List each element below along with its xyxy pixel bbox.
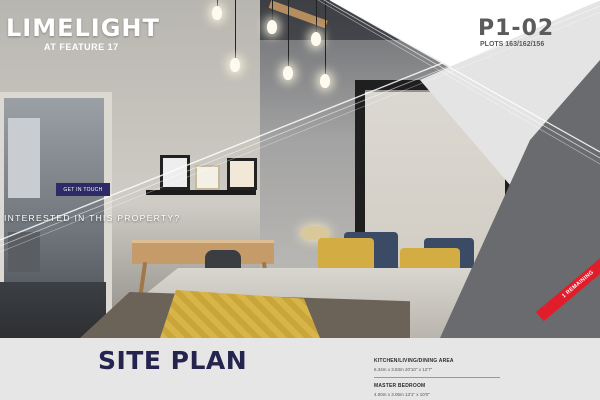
pendant-rod bbox=[268, 0, 328, 29]
plot-numbers: PLOTS 163/162/156 bbox=[480, 41, 545, 48]
room-name: KITCHEN/LIVING/DINING AREA bbox=[374, 358, 454, 364]
interest-heading: INTERESTED IN THIS PROPERTY? bbox=[4, 213, 181, 223]
room-dimensions: 4.00m x 3.05m 13'1" x 10'0" bbox=[374, 392, 430, 397]
brand-logo[interactable]: LIMELIGHT bbox=[6, 14, 160, 42]
pendant-cord bbox=[288, 0, 289, 66]
pendant-bulb bbox=[230, 58, 240, 72]
get-in-touch-button[interactable]: GET IN TOUCH bbox=[56, 183, 110, 196]
room-name: MASTER BEDROOM bbox=[374, 383, 426, 389]
bathroom-tiles bbox=[8, 118, 40, 198]
pendant-bulb bbox=[212, 6, 222, 20]
site-plan-section: SITE PLAN KITCHEN/LIVING/DINING AREA 6.3… bbox=[0, 338, 600, 400]
pendant-bulb bbox=[283, 66, 293, 80]
desk bbox=[132, 240, 274, 264]
brand-subtitle: AT FEATURE 17 bbox=[44, 42, 119, 52]
wall-shelf bbox=[146, 190, 256, 195]
room-dimensions: 6.34m x 3.83m 20'10" x 12'7" bbox=[374, 367, 433, 372]
picture-frame bbox=[160, 155, 190, 190]
pendant-bulb bbox=[320, 74, 330, 88]
pendant-cord bbox=[235, 0, 236, 58]
room-spec: KITCHEN/LIVING/DINING AREA 6.34m x 3.83m… bbox=[374, 358, 500, 378]
room-spec: MASTER BEDROOM 4.00m x 3.05m 13'1" x 10'… bbox=[374, 383, 500, 397]
bathroom-basin bbox=[8, 232, 40, 272]
pendant-cord bbox=[272, 0, 273, 20]
picture-frame bbox=[195, 165, 220, 190]
hero-image: LIMELIGHT AT FEATURE 17 P1-02 PLOTS 163/… bbox=[0, 0, 600, 338]
picture-frame bbox=[227, 158, 257, 190]
pendant-bulb bbox=[267, 20, 277, 34]
pendant-cord bbox=[325, 0, 326, 74]
divider bbox=[374, 377, 500, 378]
pendant-cord bbox=[316, 0, 317, 32]
site-plan-title: SITE PLAN bbox=[98, 346, 248, 375]
pendant-bulb bbox=[311, 32, 321, 46]
plot-code: P1-02 bbox=[478, 16, 555, 41]
